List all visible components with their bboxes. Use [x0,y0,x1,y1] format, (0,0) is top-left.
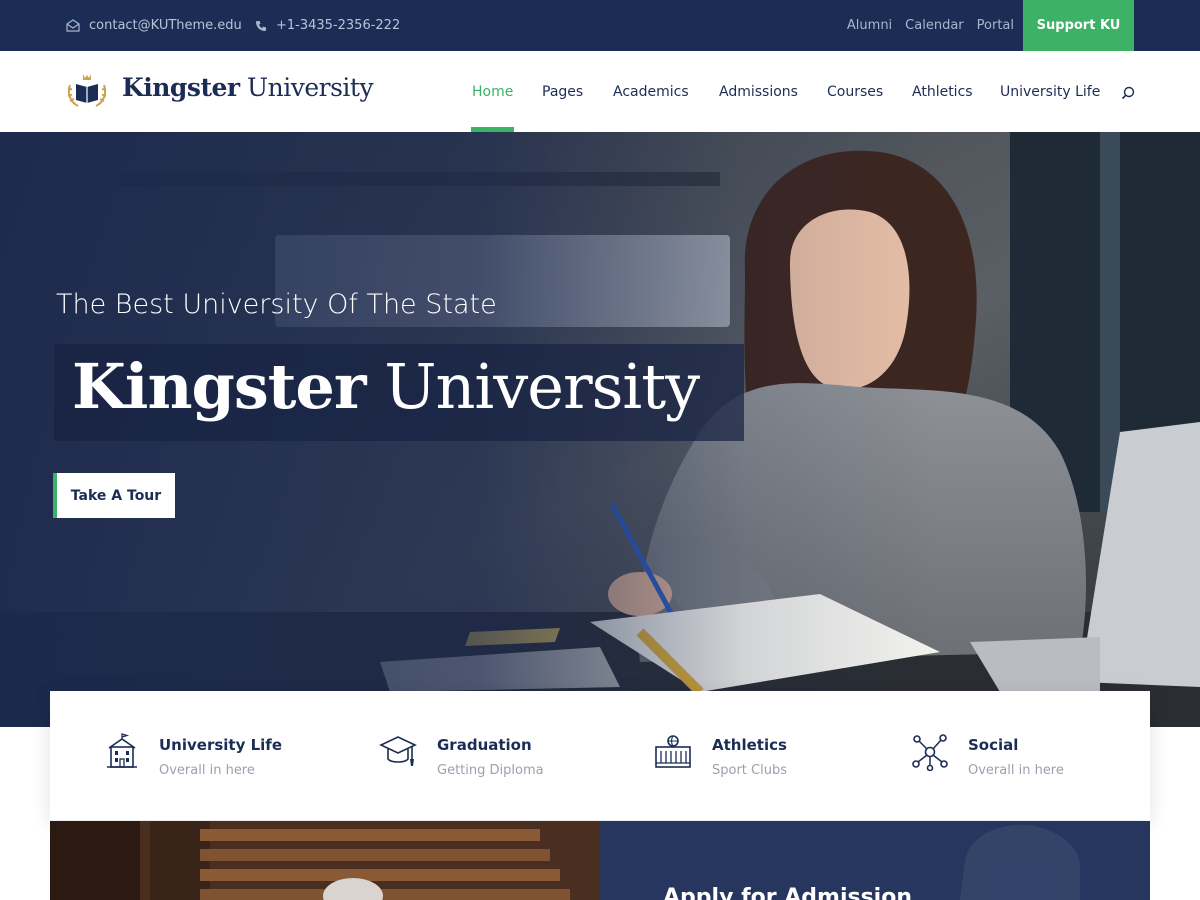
apply-admission-panel[interactable]: Apply for Admission [600,821,1150,900]
feature-title: University Life [159,736,282,754]
feature-title: Athletics [712,736,787,754]
nav-item-courses[interactable]: Courses [827,51,883,133]
building-icon [107,733,137,768]
feature-subtitle: Overall in here [968,763,1064,778]
feature-subtitle: Sport Clubs [712,763,787,778]
hero-banner: The Best University Of The State Kingste… [0,132,1200,727]
top-link-portal[interactable]: Portal [977,18,1014,33]
phone-icon [256,20,266,31]
take-a-tour-button[interactable]: Take A Tour [53,473,175,518]
lecture-hall-image [50,821,600,900]
feature-title: Social [968,736,1019,754]
top-bar: contact@KUTheme.edu +1-3435-2356-222 Alu… [0,0,1200,51]
hero-title: Kingster University [72,350,700,423]
top-links: Alumni Calendar Portal [834,0,1014,51]
nav-item-academics[interactable]: Academics [613,51,689,133]
network-icon [912,734,948,771]
nav-item-pages[interactable]: Pages [542,51,583,133]
feature-title: Graduation [437,736,532,754]
hero-subtitle: The Best University Of The State [56,289,497,320]
top-link-alumni[interactable]: Alumni [847,18,892,33]
hero-title-bold: Kingster [72,350,367,423]
stadium-icon [655,735,691,768]
hero-title-regular: University [384,350,700,423]
nav-item-home[interactable]: Home [472,51,513,133]
nav-item-admissions[interactable]: Admissions [719,51,798,133]
lecture-hall-photo [50,821,600,900]
feature-university-life[interactable]: University Life Overall in here [50,691,325,820]
support-ku-button[interactable]: Support KU [1023,0,1134,51]
nav-item-university-life[interactable]: University Life [1000,51,1100,133]
nav-item-athletics[interactable]: Athletics [912,51,973,133]
search-icon[interactable] [1121,86,1135,100]
feature-athletics[interactable]: Athletics Sport Clubs [600,691,875,820]
feature-social[interactable]: Social Overall in here [875,691,1150,820]
contact-email-text: contact@KUTheme.edu [89,18,242,33]
features-card: University Life Overall in here Graduati… [50,691,1150,820]
contact-phone-text: +1-3435-2356-222 [276,18,401,33]
contact-email[interactable]: contact@KUTheme.edu [66,0,242,51]
top-link-calendar[interactable]: Calendar [905,18,963,33]
contact-phone[interactable]: +1-3435-2356-222 [255,0,400,51]
feature-subtitle: Getting Diploma [437,763,544,778]
apply-admission-title: Apply for Admission [663,885,913,900]
graduation-cap-icon [379,736,417,766]
main-header: Kingster University Home Pages Academics… [0,51,1200,133]
feature-subtitle: Overall in here [159,763,255,778]
envelope-icon [66,19,80,32]
feature-graduation[interactable]: Graduation Getting Diploma [325,691,600,820]
main-nav: Home Pages Academics Admissions Courses … [0,51,1200,133]
